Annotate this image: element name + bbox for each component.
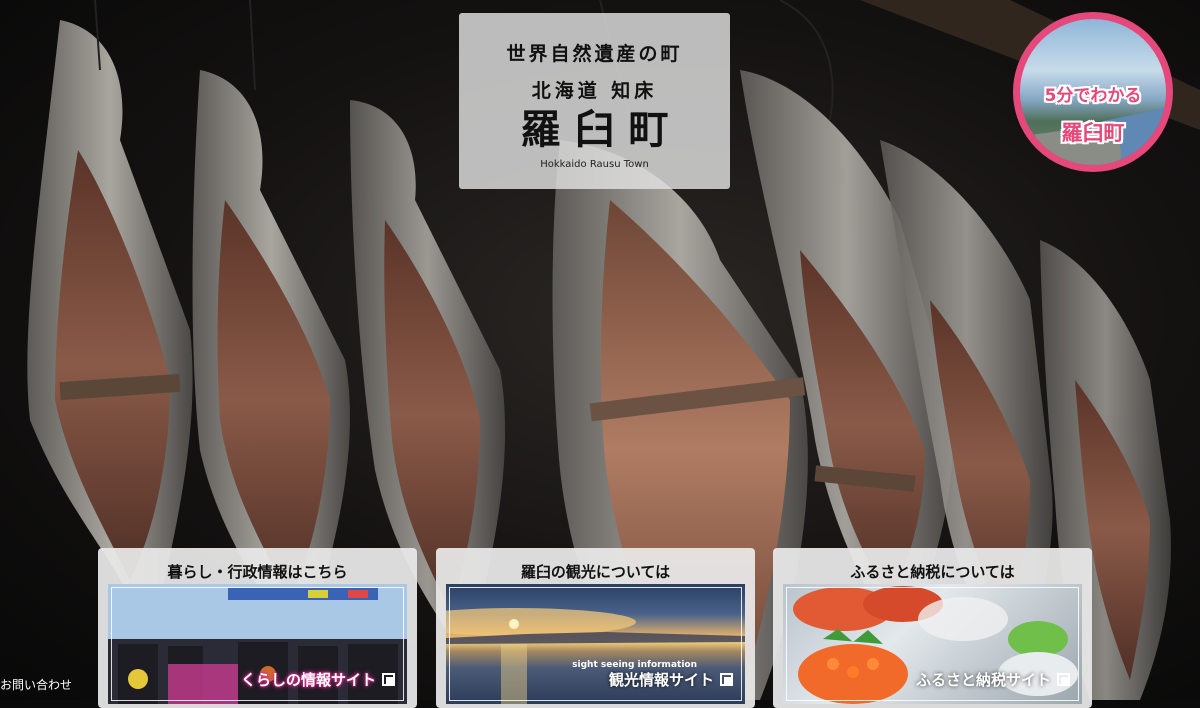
town-name-english: Hokkaido Rausu Town <box>540 159 649 170</box>
external-square-icon <box>720 673 733 686</box>
five-minute-guide-badge[interactable]: 5分でわかる 羅臼町 <box>1013 12 1173 172</box>
town-title-box: 世界自然遺産の町 北海道 知床 羅臼町 Hokkaido Rausu Town <box>459 13 730 189</box>
hometown-tax-photo[interactable]: ふるさと納税サイト <box>783 584 1082 704</box>
contact-link[interactable]: お問い合わせ <box>0 676 72 693</box>
tourism-site-button[interactable]: 観光情報サイト <box>609 669 733 690</box>
hometown-tax-site-label: ふるさと納税サイト <box>915 671 1051 689</box>
tourism-card[interactable]: 羅臼の観光については sight seeing information 観光情報… <box>436 548 755 708</box>
tourism-photo[interactable]: sight seeing information 観光情報サイト <box>446 584 745 704</box>
tourism-site-label: 観光情報サイト <box>608 671 714 689</box>
external-square-icon <box>1057 673 1070 686</box>
living-info-site-label: くらしの情報サイト <box>240 671 376 689</box>
hometown-tax-caption: ふるさと納税については <box>850 563 1015 581</box>
badge-line-1: 5分でわかる <box>1044 86 1142 106</box>
living-info-caption: 暮らし・行政情報はこちら <box>167 563 348 581</box>
hometown-tax-card[interactable]: ふるさと納税については ふるさと納税サイト <box>773 548 1092 708</box>
living-info-photo[interactable]: くらしの情報サイト <box>108 584 407 704</box>
living-info-card[interactable]: 暮らし・行政情報はこちら くらしの情報サイト <box>98 548 417 708</box>
title-line-1: 世界自然遺産の町 <box>506 43 683 65</box>
tourism-caption: 羅臼の観光については <box>520 563 671 581</box>
living-info-site-button[interactable]: くらしの情報サイト <box>241 669 395 690</box>
hometown-tax-site-button[interactable]: ふるさと納税サイト <box>916 669 1070 690</box>
badge-line-2: 羅臼町 <box>1061 121 1125 145</box>
title-line-2: 北海道 知床 <box>531 80 658 102</box>
external-square-icon <box>382 673 395 686</box>
town-name: 羅臼町 <box>520 107 683 153</box>
